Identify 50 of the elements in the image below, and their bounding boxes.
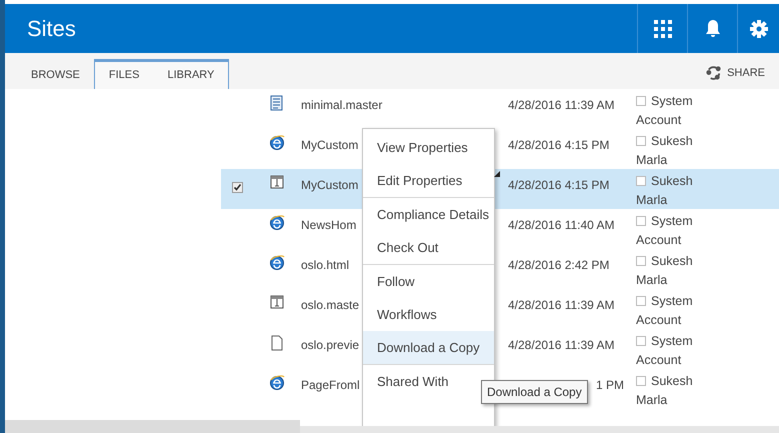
- ribbon-tab[interactable]: BROWSE: [17, 61, 94, 89]
- layout-file-icon: [270, 295, 284, 309]
- presence-icon: [636, 176, 646, 186]
- file-name[interactable]: oslo.html: [301, 258, 350, 272]
- layout-file-icon: [270, 175, 284, 189]
- presence-icon: [636, 336, 646, 346]
- presence-icon: [636, 376, 646, 386]
- modified-date: 4/28/2016 11:39 AM: [508, 338, 615, 352]
- modified-date: 1 PM: [596, 378, 624, 392]
- modified-by[interactable]: System Account: [636, 212, 708, 250]
- tooltip: Download a Copy: [481, 380, 588, 404]
- web-page-icon: [269, 255, 285, 271]
- share-button[interactable]: SHARE: [706, 64, 765, 81]
- modified-by[interactable]: System Account: [636, 92, 708, 130]
- ribbon-tab[interactable]: LIBRARY: [153, 61, 228, 89]
- modified-by[interactable]: System Account: [636, 292, 708, 330]
- modified-by[interactable]: Sukesh Marla: [636, 172, 708, 210]
- presence-icon: [636, 296, 646, 306]
- checkmark-icon[interactable]: [232, 182, 242, 193]
- file-name[interactable]: oslo.previe: [301, 338, 360, 352]
- modified-date: 4/28/2016 2:42 PM: [508, 258, 610, 272]
- dropdown-arrow-icon[interactable]: [494, 171, 500, 177]
- web-page-icon: [269, 215, 285, 231]
- presence-icon: [636, 256, 646, 266]
- presence-icon: [636, 96, 646, 106]
- modified-by[interactable]: Sukesh Marla: [636, 372, 708, 410]
- file-name[interactable]: PageFroml: [301, 378, 360, 392]
- site-title: Sites: [27, 15, 76, 43]
- blank-file-icon: [271, 335, 283, 351]
- file-name[interactable]: oslo.maste: [301, 298, 360, 312]
- modified-date: 4/28/2016 11:39 AM: [508, 98, 615, 112]
- ribbon-tab[interactable]: FILES: [94, 61, 154, 89]
- file-name[interactable]: MyCustom: [301, 138, 358, 152]
- file-name[interactable]: MyCustom: [301, 178, 358, 192]
- web-page-icon: [269, 375, 285, 391]
- presence-icon: [636, 136, 646, 146]
- modified-date: 4/28/2016 11:39 AM: [508, 298, 615, 312]
- modified-date: 4/28/2016 4:15 PM: [508, 178, 610, 192]
- modified-by[interactable]: Sukesh Marla: [636, 252, 708, 290]
- modified-date: 4/28/2016 11:40 AM: [508, 218, 615, 232]
- share-icon: [706, 65, 722, 80]
- menu-item[interactable]: Download a Copy: [363, 331, 494, 364]
- modified-date: 4/28/2016 4:15 PM: [508, 138, 610, 152]
- web-page-icon: [269, 135, 285, 151]
- modified-by[interactable]: System Account: [636, 332, 708, 370]
- file-name[interactable]: NewsHom: [301, 218, 356, 232]
- modified-by[interactable]: Sukesh Marla: [636, 132, 708, 170]
- document-icon: [270, 95, 284, 111]
- file-name[interactable]: minimal.master: [301, 98, 382, 112]
- presence-icon: [636, 216, 646, 226]
